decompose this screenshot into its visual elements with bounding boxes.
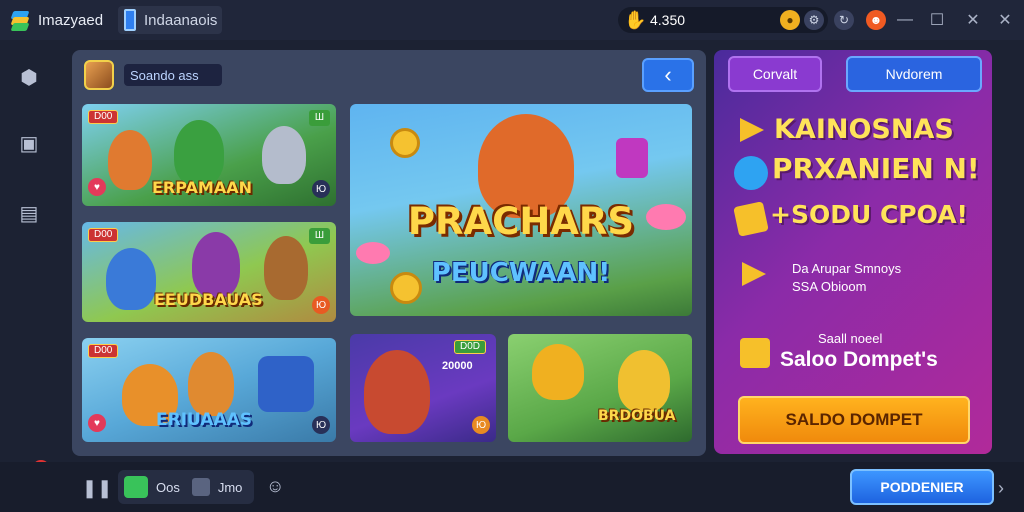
gamepad-icon — [124, 476, 148, 498]
reward-button[interactable]: Nvdorem — [846, 56, 982, 92]
robot-character — [258, 356, 314, 412]
arrow-icon — [742, 262, 766, 286]
settings-icon[interactable]: ⚙ — [804, 10, 824, 30]
game-card-4[interactable]: D0D 20000 Ю — [350, 334, 496, 442]
coin-icon — [390, 128, 420, 158]
favorite-icon[interactable]: ♥ — [88, 178, 106, 196]
coin-icon[interactable]: ● — [780, 10, 800, 30]
card-tag: D00 — [88, 110, 119, 124]
tab-label: Indaanaois — [144, 11, 218, 29]
cancel-button[interactable]: Corvalt — [728, 56, 822, 92]
fox-character — [108, 130, 152, 190]
user-text-2: Jmo — [217, 479, 243, 495]
user-icon[interactable]: ☺ — [266, 476, 288, 498]
device-icon — [124, 9, 136, 31]
featured-title: PRACHARS — [407, 200, 635, 243]
card-badge: Ю — [312, 180, 330, 198]
shark-character — [106, 248, 156, 310]
promo-info-1-line-1: Da Arupar Smnoys — [792, 261, 902, 276]
cowboy-character — [364, 350, 430, 434]
promo-panel — [714, 50, 992, 454]
coin-hand-icon: ✋ — [624, 10, 647, 30]
card-tag: D00 — [88, 228, 119, 242]
card-badge: Ю — [312, 416, 330, 434]
card-title: BRDOBUA — [598, 408, 676, 424]
home-icon[interactable]: ⬢ — [14, 62, 44, 92]
lion-character — [532, 344, 584, 400]
game-card-5[interactable]: BRDOBUA — [508, 334, 692, 442]
close-icon[interactable]: ✕ — [994, 9, 1016, 31]
confirm-button[interactable]: PODDENIER — [850, 469, 994, 505]
card-tag: D0D — [454, 340, 487, 354]
promo-info-2-value: Saloo Dompet's — [780, 348, 938, 371]
refresh-icon[interactable]: ↻ — [834, 10, 854, 30]
card-badge: Ю — [312, 296, 330, 314]
card-rating: Ш — [308, 228, 330, 244]
close-button[interactable]: ✕ — [962, 9, 984, 31]
coin-balance-value: 4.350 — [650, 12, 686, 28]
app-logo-icon — [8, 8, 32, 32]
wallet-icon — [740, 338, 770, 368]
arrow-icon — [740, 118, 764, 142]
card-badge: Ю — [472, 416, 490, 434]
search-label[interactable]: Soando ass — [124, 64, 222, 86]
card-title: ERPAMAAN — [152, 178, 252, 197]
tiger-character — [188, 352, 234, 416]
app-title: Imazyaed — [38, 11, 104, 29]
chevron-right-icon[interactable]: › — [998, 478, 1012, 498]
game-card-1[interactable]: D00 Ш ERPAMAAN ♥ Ю — [82, 104, 336, 206]
controller-icon — [191, 478, 210, 496]
avatar[interactable] — [84, 60, 114, 90]
dragon-character — [174, 120, 224, 186]
bear-character — [264, 236, 308, 300]
game-card-3[interactable]: D00 ERIUAAAS ♥ Ю — [82, 338, 336, 442]
tab-main[interactable]: Indaanaois — [118, 6, 222, 34]
promo-line-2: PRXANIEN N! — [772, 152, 980, 185]
user-text-1: Oos — [156, 479, 180, 495]
ticket-icon — [733, 201, 769, 237]
favorite-icon[interactable]: ♥ — [88, 414, 106, 432]
back-button[interactable]: ‹ — [642, 58, 694, 92]
saldo-dompet-button[interactable]: SALDO DOMPET — [738, 396, 970, 444]
cat-character — [618, 350, 670, 412]
promo-info-2-label: Saall noeel — [818, 331, 883, 346]
promo-line-1: KAINOSNAS — [774, 114, 954, 145]
card-tag: D00 — [88, 344, 119, 358]
user-status[interactable]: Oos Jmo — [118, 470, 254, 504]
card-title: ERIUAAAS — [156, 410, 253, 430]
profile-icon[interactable]: ☻ — [866, 10, 886, 30]
phone-icon — [616, 138, 648, 178]
cat-character — [262, 126, 306, 184]
wolf-character — [192, 232, 240, 298]
screenshot-icon[interactable]: ▣ — [14, 128, 44, 158]
card-score: 20000 — [442, 360, 473, 372]
maximize-button[interactable]: ☐ — [926, 9, 948, 31]
gear-icon — [734, 156, 768, 190]
minimize-button[interactable]: — — [894, 9, 916, 31]
card-rating: Ш — [308, 110, 330, 126]
promo-info-1-line-2: SSA Obioom — [792, 279, 867, 294]
game-card-2[interactable]: D00 Ш EEUDBAUAS Ю — [82, 222, 336, 322]
promo-line-3: +SODU CPOA! — [770, 200, 968, 229]
apk-icon[interactable]: ▤ — [14, 198, 44, 228]
pause-icon[interactable]: ❚❚ — [82, 478, 112, 498]
featured-subtitle: PEUCWAAN! — [431, 258, 611, 288]
card-title: EEUDBAUAS — [154, 290, 263, 309]
